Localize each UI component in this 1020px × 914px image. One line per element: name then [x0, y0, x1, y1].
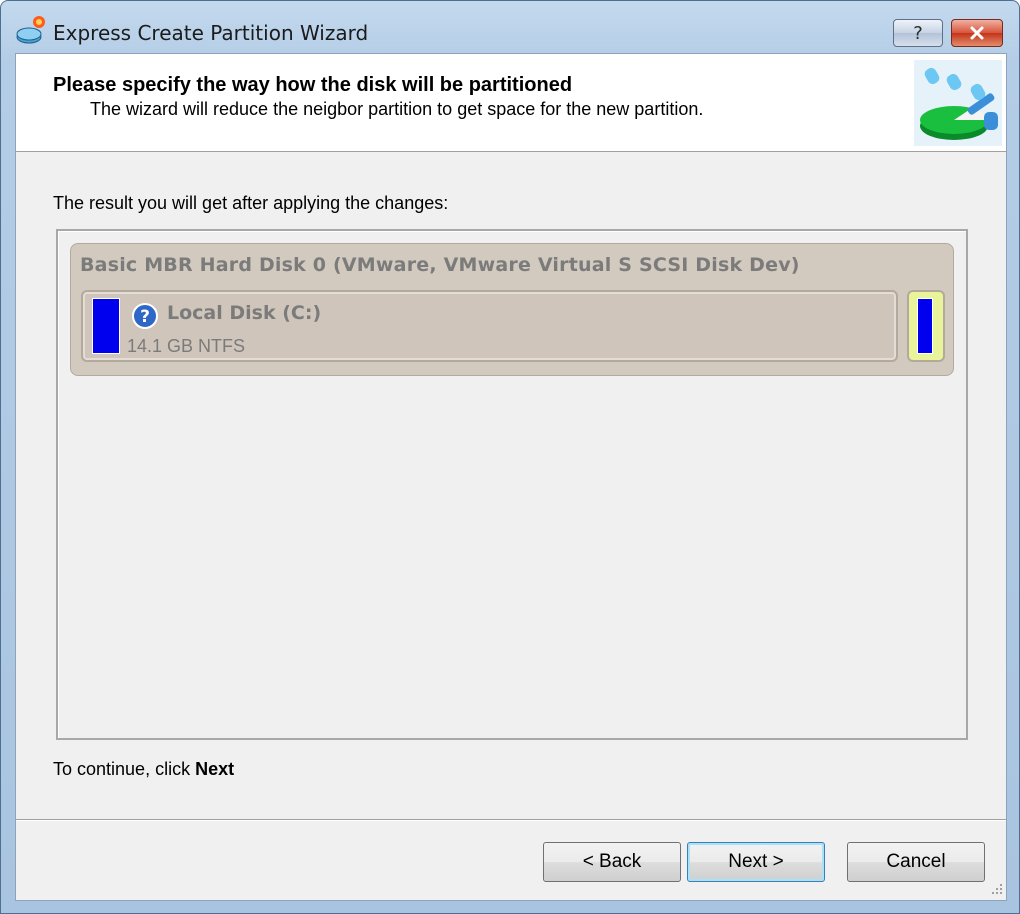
partition-local-disk-c[interactable]: ? Local Disk (C:) 14.1 GB NTFS — [81, 290, 898, 362]
partition-new-unallocated[interactable] — [907, 290, 945, 362]
partition-size: 14.1 GB NTFS — [127, 336, 246, 356]
wizard-window: Express Create Partition Wizard ? Please… — [0, 0, 1020, 914]
partition-name: Local Disk (C:) — [167, 302, 322, 324]
wizard-client-area: Please specify the way how the disk will… — [15, 53, 1007, 901]
cancel-button[interactable]: Cancel — [847, 842, 985, 882]
continue-instruction: To continue, click Next — [53, 759, 234, 780]
close-icon — [970, 26, 984, 40]
continue-prefix: To continue, click — [53, 759, 196, 779]
continue-next-word: Next — [195, 759, 235, 779]
wizard-header: Please specify the way how the disk will… — [16, 54, 1006, 152]
disk-title: Basic MBR Hard Disk 0 (VMware, VMware Vi… — [80, 254, 800, 276]
back-button[interactable]: < Back — [543, 842, 681, 882]
page-title: Please specify the way how the disk will… — [53, 74, 573, 96]
svg-text:?: ? — [913, 23, 923, 43]
svg-text:?: ? — [140, 307, 150, 327]
resize-grip-icon[interactable] — [990, 882, 1004, 896]
partition-usage-bar — [92, 298, 120, 354]
question-mark-icon: ? — [913, 23, 923, 43]
unallocated-usage-bar — [917, 298, 933, 354]
question-icon: ? — [132, 303, 158, 329]
footer-separator — [16, 819, 1006, 821]
window-title: Express Create Partition Wizard — [53, 21, 369, 45]
close-button[interactable] — [951, 19, 1003, 47]
disk-map-view: Basic MBR Hard Disk 0 (VMware, VMware Vi… — [56, 229, 968, 740]
partition-wizard-icon — [914, 60, 1002, 146]
app-icon — [16, 16, 45, 44]
page-subtitle: The wizard will reduce the neigbor parti… — [90, 99, 704, 119]
next-button[interactable]: Next > — [687, 842, 825, 882]
title-bar[interactable]: Express Create Partition Wizard ? — [1, 1, 1019, 53]
result-label: The result you will get after applying t… — [53, 193, 449, 213]
help-button[interactable]: ? — [893, 19, 943, 47]
disk-panel[interactable]: Basic MBR Hard Disk 0 (VMware, VMware Vi… — [70, 243, 954, 376]
